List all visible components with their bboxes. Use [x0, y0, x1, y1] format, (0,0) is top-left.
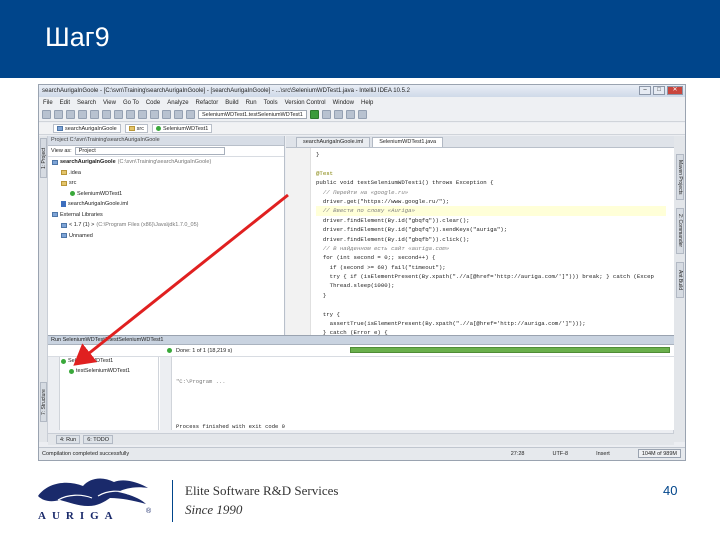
page-number: 40 — [663, 483, 678, 498]
company-name: Elite Software R&D Services — [185, 483, 339, 498]
footer-divider — [172, 480, 173, 522]
arrow-line — [73, 193, 289, 366]
registered-mark: ® — [146, 508, 152, 515]
annotation-arrow — [73, 193, 289, 366]
logo-text: AURIGA — [38, 510, 119, 522]
since-year: Since 1990 — [185, 502, 243, 517]
